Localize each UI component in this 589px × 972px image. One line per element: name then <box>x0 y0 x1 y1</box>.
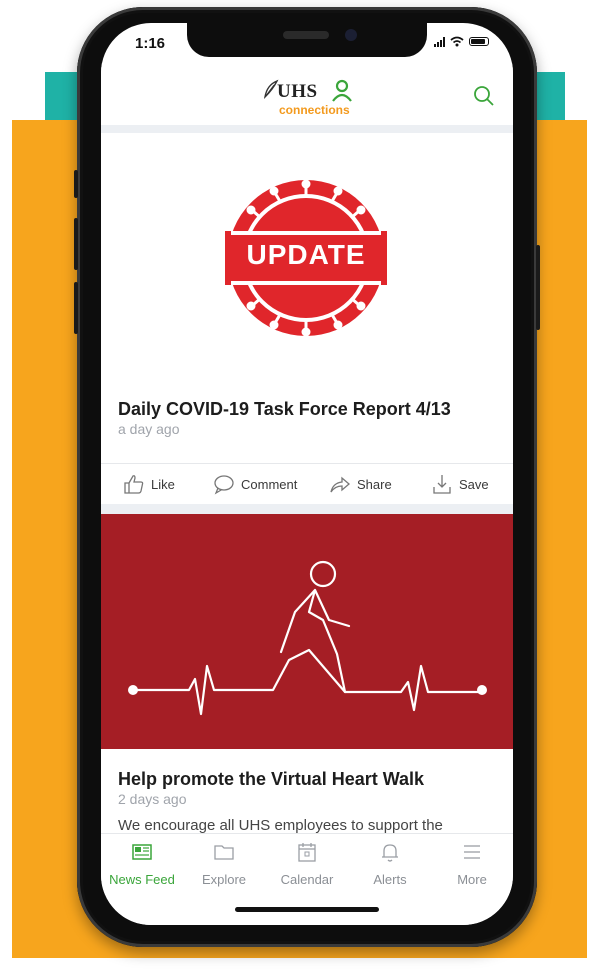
notch <box>187 23 427 57</box>
tab-explore[interactable]: Explore <box>183 840 265 887</box>
status-icons <box>434 36 489 47</box>
person-icon <box>332 79 352 102</box>
speaker-grille <box>283 31 329 39</box>
signal-icon <box>434 36 445 47</box>
logo-subtext: connections <box>279 103 350 117</box>
front-camera <box>345 29 357 41</box>
post-time: 2 days ago <box>118 791 187 807</box>
share-label: Share <box>357 476 392 492</box>
phone-screen: 1:16 UHS connections UPDATE Daily COVID-… <box>101 23 513 925</box>
comment-button[interactable]: Comment <box>213 472 297 496</box>
tab-label: Explore <box>201 872 247 887</box>
logo-text: UHS <box>277 81 318 102</box>
tab-label: Alerts <box>373 872 407 887</box>
tab-label: More <box>457 872 487 887</box>
header-separator <box>101 125 513 133</box>
post-image-update[interactable]: UPDATE <box>101 133 513 388</box>
post-image-heart-walk[interactable] <box>101 514 513 749</box>
walking-heartbeat-illustration <box>128 560 487 716</box>
post-separator <box>101 504 513 514</box>
save-icon <box>433 475 451 494</box>
tab-label: News Feed <box>109 872 175 887</box>
post-title[interactable]: Daily COVID-19 Task Force Report 4/13 <box>118 399 451 420</box>
calendar-icon <box>298 843 316 862</box>
silent-switch <box>74 170 78 198</box>
like-label: Like <box>151 476 175 492</box>
app-header: UHS connections <box>101 63 513 125</box>
tab-alerts[interactable]: Alerts <box>349 840 431 887</box>
save-label: Save <box>459 476 489 492</box>
post-actions: Like Comment Share Save <box>101 463 513 504</box>
uhs-connections-logo[interactable]: UHS connections <box>263 79 369 119</box>
bell-icon <box>382 844 398 862</box>
battery-icon <box>469 37 489 46</box>
post-time: a day ago <box>118 421 180 437</box>
folder-icon <box>214 845 234 860</box>
tab-label: Calendar <box>280 872 334 887</box>
home-indicator[interactable] <box>235 907 379 912</box>
tab-more[interactable]: More <box>431 840 513 887</box>
power-button <box>536 245 540 330</box>
tab-calendar[interactable]: Calendar <box>266 840 348 887</box>
post-title[interactable]: Help promote the Virtual Heart Walk <box>118 769 424 790</box>
volume-up-button <box>74 218 78 270</box>
comment-icon <box>214 475 234 495</box>
save-button[interactable]: Save <box>431 472 489 496</box>
comment-label: Comment <box>241 476 298 492</box>
tab-news-feed[interactable]: News Feed <box>101 840 183 887</box>
newspaper-icon <box>132 844 152 860</box>
search-icon[interactable] <box>473 85 495 107</box>
menu-icon <box>464 845 480 859</box>
update-badge: UPDATE <box>221 173 391 343</box>
status-time: 1:16 <box>135 35 166 52</box>
update-label: UPDATE <box>246 239 366 270</box>
share-icon <box>330 476 350 493</box>
like-button[interactable]: Like <box>123 472 175 496</box>
volume-down-button <box>74 282 78 334</box>
wifi-icon <box>450 36 464 47</box>
thumbs-up-icon <box>124 475 144 494</box>
share-button[interactable]: Share <box>329 472 392 496</box>
